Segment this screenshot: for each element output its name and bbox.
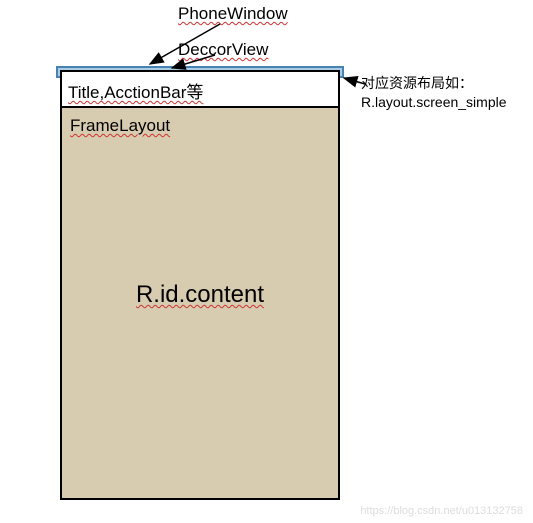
phonewindow-container: Title,AcctionBar等 FrameLayout R.id.conte…	[60, 70, 340, 500]
frame-layout-text: FrameLayout	[70, 116, 170, 135]
title-actionbar-section: Title,AcctionBar等	[62, 72, 338, 108]
phonewindow-label: PhoneWindow	[178, 4, 288, 24]
watermark: https://blog.csdn.net/u013132758	[360, 505, 523, 517]
content-id-label: R.id.content	[136, 281, 264, 309]
title-actionbar-text: Title,AcctionBar等	[68, 83, 203, 102]
annotation-line2: R.layout.screen_simple	[361, 93, 507, 112]
annotation-line1: 对应资源布局如：	[361, 74, 507, 93]
annotation-label: 对应资源布局如： R.layout.screen_simple	[361, 74, 507, 112]
content-id-text: R.id.content	[136, 281, 264, 308]
phonewindow-text: PhoneWindow	[178, 4, 288, 23]
frame-layout-label: FrameLayout	[70, 116, 170, 136]
frame-layout-section: FrameLayout R.id.content	[62, 108, 338, 498]
deccorview-text: DeccorView	[178, 40, 268, 59]
deccorview-label: DeccorView	[178, 40, 268, 60]
